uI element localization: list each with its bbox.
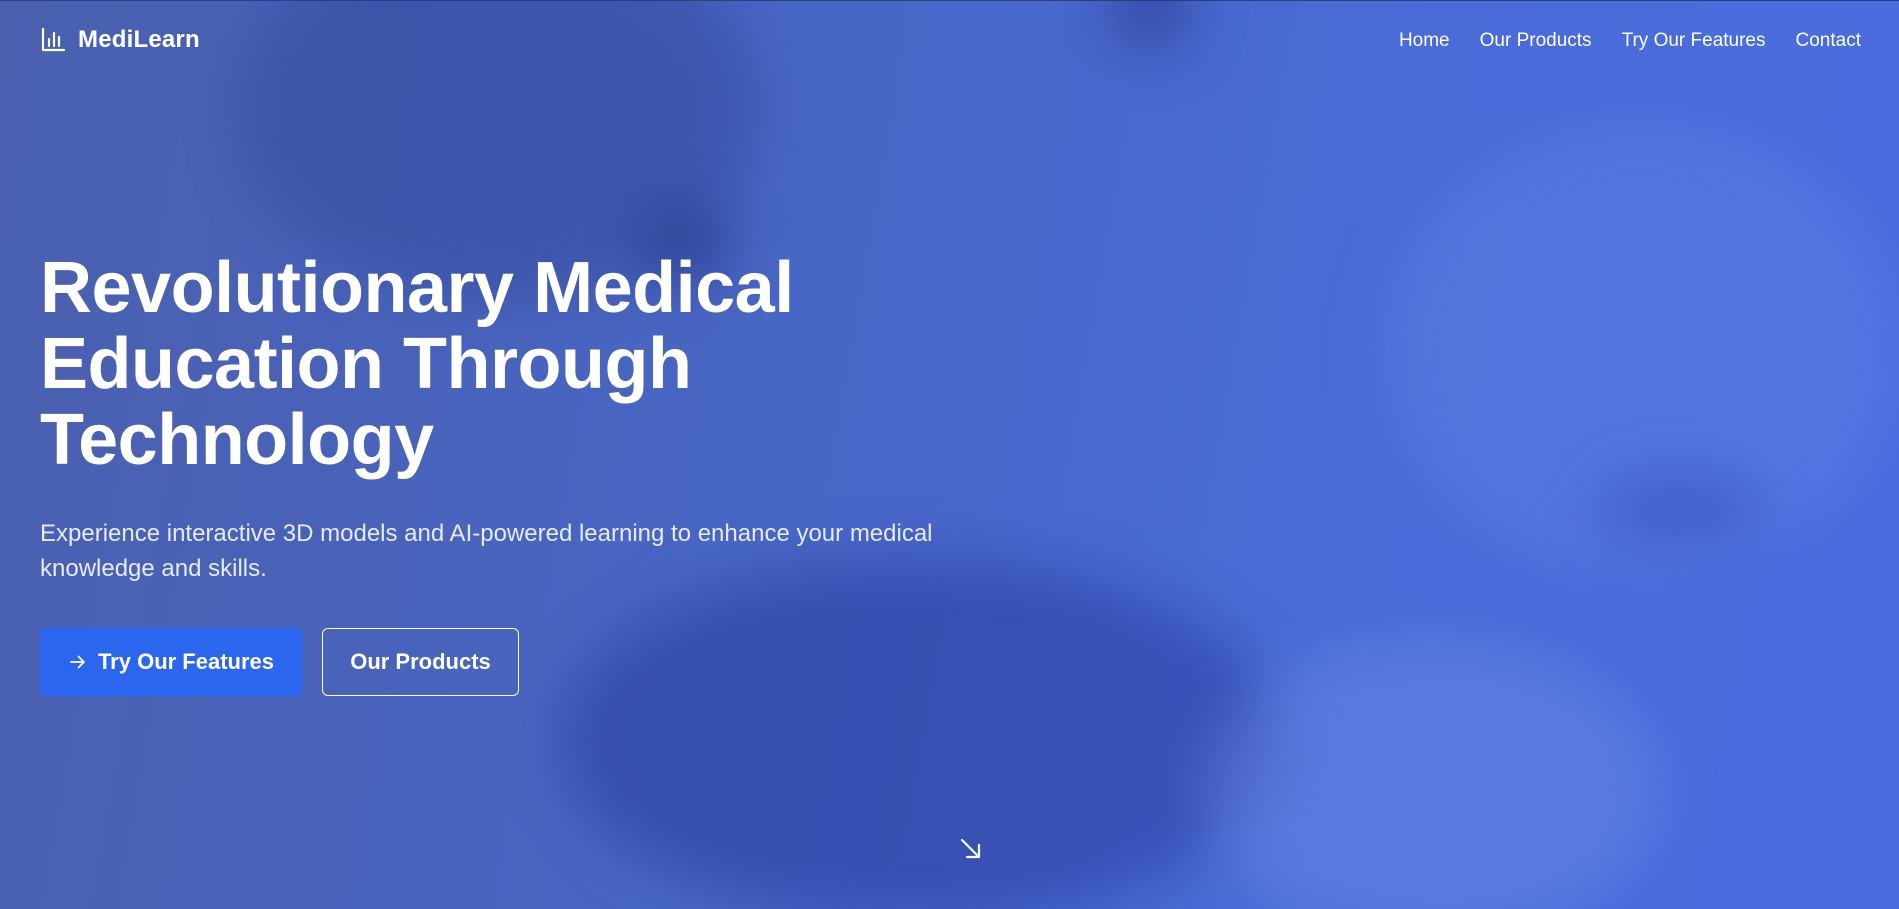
hero-title-line: Technology [40,400,434,480]
arrow-right-icon [70,655,85,669]
nav-link-home[interactable]: Home [1399,30,1450,52]
hero-subtitle-line: knowledge and skills. [40,555,267,582]
hero-section: MediLearn Home Our Products Try Our Feat… [0,0,1899,909]
our-products-button-label: Our Products [350,649,491,674]
our-products-button[interactable]: Our Products [322,628,519,696]
brand-name: MediLearn [78,26,200,53]
arrow-down-right-icon[interactable] [958,836,984,862]
background-image-blur [1600,480,1760,540]
hero-content: Revolutionary Medical Education Through … [40,250,1000,696]
hero-title-line: Education Through [40,324,692,404]
brand-logo[interactable]: MediLearn [40,26,200,54]
hero-title: Revolutionary Medical Education Through … [40,250,1000,478]
nav-link-our-products[interactable]: Our Products [1480,30,1592,52]
background-image-blur [1200,640,1660,909]
try-our-features-button[interactable]: Try Our Features [40,628,302,696]
hero-title-line: Revolutionary Medical [40,248,794,328]
navbar: MediLearn Home Our Products Try Our Feat… [0,0,1899,84]
hero-subtitle-line: Experience interactive 3D models and AI-… [40,520,933,547]
try-our-features-button-label: Try Our Features [97,649,275,674]
hero-subtitle: Experience interactive 3D models and AI-… [40,516,1000,586]
bar-chart-icon [41,27,66,52]
nav-link-try-our-features[interactable]: Try Our Features [1622,30,1766,52]
main-nav: Home Our Products Try Our Features Conta… [1399,30,1861,52]
hero-actions: Try Our Features Our Products [40,628,1000,696]
nav-link-contact[interactable]: Contact [1796,30,1861,52]
